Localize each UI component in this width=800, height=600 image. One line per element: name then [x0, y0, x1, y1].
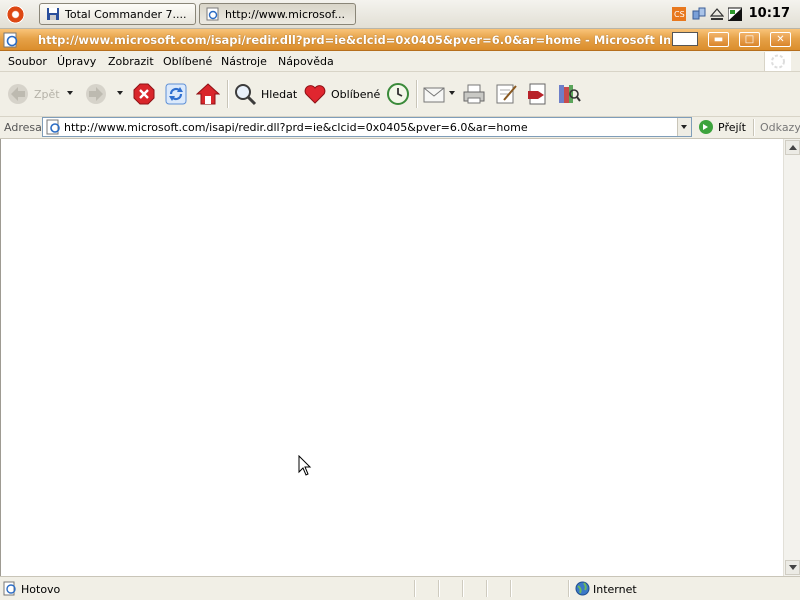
status-text: Hotovo — [21, 583, 61, 596]
menu-file[interactable]: Soubor — [8, 55, 47, 68]
search-label: Hledat — [261, 87, 298, 101]
back-arrow-icon — [8, 84, 28, 104]
research-button[interactable] — [557, 81, 581, 107]
print-button[interactable] — [462, 81, 486, 107]
taskbar-item-total-commander[interactable]: Total Commander 7.... — [39, 3, 196, 25]
back-dropdown-icon[interactable] — [67, 91, 73, 95]
web-page-icon — [46, 119, 60, 135]
maximize-button[interactable]: □ — [739, 32, 760, 47]
web-page-icon — [206, 7, 219, 21]
web-page-icon — [3, 581, 16, 596]
history-clock-icon — [387, 83, 409, 105]
clock[interactable]: 10:17 — [749, 6, 790, 21]
mail-envelope-icon — [423, 87, 445, 103]
close-button[interactable]: ✕ — [770, 32, 791, 47]
stop-button[interactable] — [132, 81, 156, 107]
mouse-pointer-icon — [298, 455, 312, 476]
menu-help[interactable]: Nápověda — [278, 55, 334, 68]
svg-text:CS: CS — [674, 10, 685, 19]
research-books-icon — [559, 85, 581, 103]
go-arrow-icon — [699, 120, 713, 134]
eject-icon[interactable] — [710, 7, 724, 21]
toolbar: Zpět Hledat Oblíbené — [0, 72, 800, 117]
ubuntu-logo-icon[interactable] — [6, 5, 25, 24]
minimize-button[interactable]: ▬ — [708, 32, 729, 47]
status-panel-divider — [462, 580, 464, 597]
status-panel-divider — [568, 580, 570, 597]
status-panel-divider — [510, 580, 512, 597]
forward-button[interactable] — [84, 81, 108, 107]
network-icon[interactable] — [692, 7, 706, 21]
resize-grip[interactable] — [786, 586, 798, 598]
vertical-scrollbar[interactable] — [783, 139, 800, 576]
toolbar-separator — [227, 80, 229, 108]
address-input[interactable] — [64, 119, 674, 135]
web-page-icon[interactable] — [3, 32, 19, 48]
battery-power-icon[interactable] — [728, 7, 742, 21]
back-button[interactable]: Zpět — [6, 81, 60, 107]
search-icon — [235, 84, 257, 106]
status-panel-divider — [414, 580, 416, 597]
address-dropdown-button[interactable] — [677, 118, 691, 136]
edit-notepad-icon — [496, 84, 517, 104]
discuss-document-icon — [528, 83, 546, 105]
edit-button[interactable] — [494, 81, 518, 107]
security-zone-text: Internet — [593, 583, 637, 596]
toolbar-separator — [753, 119, 755, 136]
home-button[interactable] — [196, 81, 220, 107]
search-button[interactable]: Hledat — [233, 81, 297, 107]
forward-arrow-icon — [86, 84, 106, 104]
heart-icon — [304, 85, 326, 104]
mail-button[interactable] — [422, 81, 446, 107]
status-panel-divider — [486, 580, 488, 597]
address-label: Adresa — [4, 121, 42, 134]
globe-icon — [575, 581, 590, 596]
printer-icon — [463, 84, 485, 104]
refresh-icon — [165, 83, 187, 105]
scroll-up-button[interactable] — [785, 140, 800, 155]
home-icon — [196, 83, 220, 105]
window-title-bar[interactable]: http://www.microsoft.com/isapi/redir.dll… — [0, 29, 800, 51]
throbber-icon — [764, 52, 791, 71]
mail-dropdown-icon[interactable] — [449, 91, 455, 95]
page-content[interactable] — [0, 139, 783, 576]
menu-bar: Soubor Úpravy Zobrazit Oblíbené Nástroje… — [0, 51, 800, 72]
address-bar: Adresa Přejít Odkazy — [0, 117, 800, 139]
address-field[interactable] — [42, 117, 692, 137]
toolbar-separator — [416, 80, 418, 108]
back-label: Zpět — [34, 87, 60, 101]
update-notifier-icon[interactable]: CS — [672, 7, 686, 21]
window-title: http://www.microsoft.com/isapi/redir.dll… — [38, 33, 670, 47]
window-menu-icon[interactable] — [672, 32, 698, 46]
favorites-button[interactable]: Oblíbené — [303, 81, 380, 107]
taskbar-item-label: http://www.microsof... — [225, 7, 346, 21]
scroll-down-button[interactable] — [785, 560, 800, 575]
history-button[interactable] — [386, 81, 410, 107]
discuss-button[interactable] — [526, 81, 550, 107]
status-panel-divider — [438, 580, 440, 597]
favorites-label: Oblíbené — [331, 87, 381, 101]
taskbar-item-internet-explorer[interactable]: http://www.microsof... — [199, 3, 356, 25]
menu-tools[interactable]: Nástroje — [221, 55, 267, 68]
go-button[interactable]: Přejít — [698, 118, 746, 136]
status-bar: Hotovo Internet — [0, 576, 800, 600]
go-label: Přejít — [718, 120, 746, 134]
top-panel: Total Commander 7.... http://www.microso… — [0, 0, 800, 29]
stop-icon — [133, 83, 155, 105]
floppy-disk-icon — [47, 8, 59, 20]
taskbar-item-label: Total Commander 7.... — [65, 7, 187, 21]
menu-favorites[interactable]: Oblíbené — [163, 55, 212, 68]
refresh-button[interactable] — [164, 81, 188, 107]
links-button[interactable]: Odkazy — [760, 121, 800, 134]
menu-view[interactable]: Zobrazit — [108, 55, 154, 68]
forward-dropdown-icon[interactable] — [117, 91, 123, 95]
menu-edit[interactable]: Úpravy — [57, 55, 96, 68]
